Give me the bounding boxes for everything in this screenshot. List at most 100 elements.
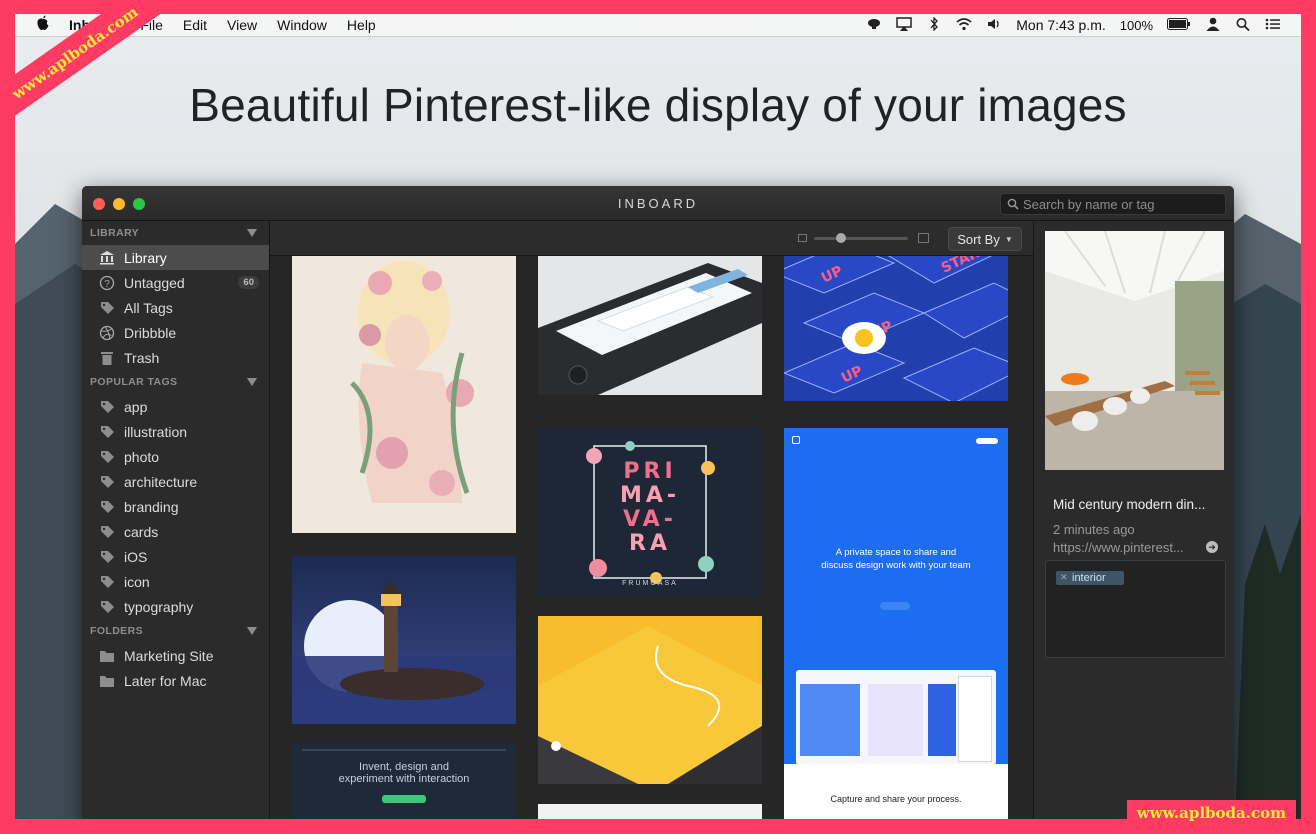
image-card-primavara-poster[interactable]: PRI MA- VA- RA FRUMOASA bbox=[538, 428, 762, 596]
image-card-floral-portrait[interactable] bbox=[292, 256, 516, 533]
sidebar-item-label: iOS bbox=[124, 548, 148, 565]
sidebar-item-folder-marketing-site[interactable]: Marketing Site bbox=[82, 643, 269, 668]
svg-text:?: ? bbox=[104, 279, 110, 290]
folder-icon bbox=[98, 673, 116, 689]
sidebar-item-label: branding bbox=[124, 498, 179, 515]
remove-tag-icon[interactable]: ✕ bbox=[1060, 572, 1068, 583]
inboard-window: INBOARD LIBRARY Library ? U bbox=[82, 186, 1234, 819]
notification-center-icon[interactable] bbox=[1265, 17, 1281, 34]
menu-view[interactable]: View bbox=[227, 17, 257, 33]
primavara-line: PRI bbox=[623, 459, 677, 484]
open-url-arrow-icon[interactable]: ➜ bbox=[1206, 541, 1218, 553]
collapse-triangle-icon[interactable] bbox=[247, 229, 257, 237]
site-logo-icon bbox=[792, 436, 800, 444]
tag-icon bbox=[98, 300, 116, 316]
sidebar-item-trash[interactable]: Trash bbox=[82, 345, 269, 370]
search-input[interactable] bbox=[1023, 196, 1213, 212]
sidebar-item-library[interactable]: Library bbox=[82, 245, 269, 270]
mockup-screen bbox=[868, 684, 923, 756]
promo-headline: Beautiful Pinterest-like display of your… bbox=[189, 79, 1127, 131]
mockup-screen bbox=[928, 684, 956, 756]
collapse-triangle-icon[interactable] bbox=[247, 627, 257, 635]
small-thumbnail-icon[interactable] bbox=[798, 234, 807, 242]
apple-menu-icon[interactable] bbox=[35, 15, 51, 35]
sidebar-item-tag-ios[interactable]: iOS bbox=[82, 544, 269, 569]
blue-footer-text: Capture and share your process. bbox=[830, 794, 962, 804]
sort-by-button[interactable]: Sort By ▼ bbox=[948, 227, 1022, 251]
image-card-blue-books[interactable]: UP START UP UP bbox=[784, 256, 1008, 401]
tag-icon bbox=[98, 399, 116, 415]
sidebar-item-all-tags[interactable]: All Tags bbox=[82, 295, 269, 320]
tag-list: app illustration photo architecture branding… bbox=[82, 394, 269, 619]
question-icon: ? bbox=[98, 275, 116, 291]
image-card-yellow-app[interactable] bbox=[538, 616, 762, 784]
user-icon[interactable] bbox=[1205, 17, 1221, 34]
sidebar-item-tag-architecture[interactable]: architecture bbox=[82, 469, 269, 494]
tag-chip[interactable]: ✕ interior bbox=[1056, 571, 1124, 585]
menu-window[interactable]: Window bbox=[277, 17, 327, 33]
dribbble-icon bbox=[98, 325, 116, 341]
image-card-dark-website[interactable]: Invent, design and experiment with inter… bbox=[292, 743, 516, 819]
sidebar-item-label: Dribbble bbox=[124, 324, 177, 341]
library-icon bbox=[98, 250, 116, 266]
slider-knob[interactable] bbox=[836, 233, 846, 243]
sidebar-item-label: illustration bbox=[124, 423, 188, 440]
blue-hero-text: A private space to share and discuss des… bbox=[821, 547, 971, 571]
image-card-white-partial[interactable] bbox=[538, 804, 762, 819]
image-source-url[interactable]: https://www.pinterest... bbox=[1053, 540, 1203, 555]
spotlight-search-icon[interactable] bbox=[1235, 17, 1251, 34]
blue-page-footer: Capture and share your process. bbox=[784, 764, 1008, 819]
sidebar-item-tag-typography[interactable]: typography bbox=[82, 594, 269, 619]
menu-edit[interactable]: Edit bbox=[183, 17, 207, 33]
sidebar-item-tag-cards[interactable]: cards bbox=[82, 519, 269, 544]
tag-icon bbox=[98, 549, 116, 565]
thumbnail-size-slider[interactable] bbox=[814, 237, 908, 240]
image-card-lighthouse[interactable] bbox=[292, 556, 516, 724]
airplay-icon[interactable] bbox=[896, 16, 912, 34]
tag-icon bbox=[98, 574, 116, 590]
sidebar-item-label: Library bbox=[124, 249, 167, 266]
signup-pill-icon bbox=[976, 438, 998, 444]
sidebar-item-folder-later-for-mac[interactable]: Later for Mac bbox=[82, 668, 269, 693]
volume-icon[interactable] bbox=[986, 17, 1002, 34]
chevron-down-icon: ▼ bbox=[1004, 234, 1013, 244]
mockup-screen bbox=[800, 684, 860, 756]
clock-text[interactable]: Mon 7:43 p.m. bbox=[1016, 17, 1106, 33]
mockup-phone bbox=[958, 676, 992, 762]
tag-icon bbox=[98, 449, 116, 465]
large-thumbnail-icon[interactable] bbox=[918, 233, 929, 243]
tag-icon bbox=[98, 499, 116, 515]
collapse-triangle-icon[interactable] bbox=[247, 378, 257, 386]
sidebar-item-tag-icon[interactable]: icon bbox=[82, 569, 269, 594]
untagged-count-badge: 60 bbox=[238, 276, 259, 289]
sidebar-item-tag-illustration[interactable]: illustration bbox=[82, 419, 269, 444]
image-card-blue-landing-page[interactable]: A private space to share and discuss des… bbox=[784, 428, 1008, 819]
sidebar-item-dribbble[interactable]: Dribbble bbox=[82, 320, 269, 345]
search-icon bbox=[1007, 198, 1019, 210]
inspector-panel: Mid century modern din... 2 minutes ago … bbox=[1033, 221, 1234, 819]
sidebar-item-label: Trash bbox=[124, 349, 160, 366]
wifi-icon[interactable] bbox=[956, 17, 972, 34]
search-field[interactable] bbox=[1000, 193, 1226, 215]
sidebar-item-tag-branding[interactable]: branding bbox=[82, 494, 269, 519]
menu-bar: Inboard File Edit View Window Help Mon 7… bbox=[15, 14, 1301, 37]
popular-tags-section-header[interactable]: POPULAR TAGS bbox=[82, 370, 269, 394]
sidebar-item-label: photo bbox=[124, 448, 160, 465]
battery-percent[interactable]: 100% bbox=[1120, 18, 1153, 33]
image-card-iphone-app[interactable] bbox=[538, 256, 762, 395]
battery-icon[interactable] bbox=[1167, 17, 1191, 33]
bluetooth-icon[interactable] bbox=[926, 16, 942, 34]
notification-status-icon[interactable] bbox=[866, 17, 882, 34]
folders-section-header[interactable]: FOLDERS bbox=[82, 619, 269, 643]
sidebar-item-untagged[interactable]: ? Untagged 60 bbox=[82, 270, 269, 295]
tag-icon bbox=[98, 524, 116, 540]
selected-image-preview[interactable] bbox=[1045, 231, 1224, 470]
sidebar-item-tag-app[interactable]: app bbox=[82, 394, 269, 419]
title-bar: INBOARD bbox=[82, 186, 1234, 221]
sidebar-item-label: architecture bbox=[124, 473, 198, 490]
tags-editor[interactable]: ✕ interior bbox=[1045, 560, 1226, 658]
menu-help[interactable]: Help bbox=[347, 17, 376, 33]
tag-icon bbox=[98, 424, 116, 440]
sidebar-item-tag-photo[interactable]: photo bbox=[82, 444, 269, 469]
library-section-header[interactable]: LIBRARY bbox=[82, 221, 269, 245]
